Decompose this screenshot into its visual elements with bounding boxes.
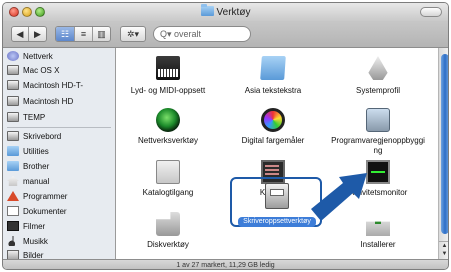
- applications-icon: [7, 191, 19, 201]
- window-title: Verktøy: [3, 4, 448, 18]
- sidebar-item-network[interactable]: Nettverk: [7, 51, 53, 63]
- column-view-button[interactable]: ▥: [92, 27, 110, 41]
- file-browser: Lyd- og MIDI-oppsett Asia tekstekstra Sy…: [116, 48, 438, 259]
- sidebar-item-label: Skrivebord: [23, 132, 62, 141]
- sidebar-item-movies[interactable]: Filmer: [7, 221, 45, 233]
- music-icon: [7, 236, 19, 246]
- sidebar-item-brother[interactable]: Brother: [7, 161, 49, 173]
- audio-midi-icon: [156, 56, 180, 80]
- status-text: 1 av 27 markert, 11,29 GB ledig: [176, 262, 275, 269]
- documents-icon: [7, 206, 19, 216]
- folder-icon: [200, 4, 214, 16]
- sidebar: Nettverk Mac OS X Macintosh HD-T- Macint…: [3, 48, 116, 260]
- file-label: Nettverksverktøy: [137, 136, 198, 145]
- file-label-selected: Skriveroppsettverktøy: [238, 217, 316, 227]
- status-bar: 1 av 27 markert, 11,29 GB ledig: [3, 259, 448, 269]
- back-forward-control: ◀ ▶: [11, 26, 47, 42]
- printer-setup-icon: [265, 183, 289, 209]
- sidebar-item-label: Brother: [23, 162, 50, 171]
- sidebar-item-applications[interactable]: Programmer: [7, 191, 67, 203]
- sidebar-item-label: Mac OS X: [23, 66, 60, 75]
- sidebar-item-macintosh-hd-t[interactable]: Macintosh HD-T-: [7, 80, 83, 92]
- action-button[interactable]: ✲▾: [120, 26, 146, 42]
- disk-utility-icon: [156, 212, 180, 236]
- sidebar-item-label: Macintosh HD: [23, 97, 74, 106]
- file-label: Systemprofil: [355, 86, 400, 95]
- toolbar: ◀ ▶ ☷ ≡ ▥ ✲▾ Q▾ overalt: [3, 21, 448, 48]
- file-label: Katalogtilgang: [142, 188, 194, 197]
- drive-icon: [7, 80, 19, 90]
- toolbar-toggle-button[interactable]: [420, 7, 442, 17]
- sidebar-item-label: Nettverk: [23, 52, 53, 61]
- scroll-arrows[interactable]: ▲ ▼: [439, 241, 448, 259]
- file-label: Aktivitetsmonitor: [348, 188, 408, 197]
- home-icon: [7, 176, 19, 186]
- printer-setup-highlight[interactable]: Skriveroppsettverktøy: [230, 177, 322, 227]
- sidebar-item-macintosh-hd[interactable]: Macintosh HD: [7, 96, 73, 108]
- folder-icon: [7, 161, 19, 171]
- folder-icon: [7, 146, 19, 156]
- sidebar-item-temp[interactable]: TEMP: [7, 112, 45, 124]
- drive-icon: [7, 96, 19, 106]
- sidebar-item-mac-os-x[interactable]: Mac OS X: [7, 65, 59, 77]
- title-bar[interactable]: Verktøy: [3, 3, 448, 21]
- sidebar-item-label: Filmer: [23, 222, 46, 231]
- window-title-text: Verktøy: [216, 7, 251, 18]
- sidebar-item-utilities[interactable]: Utilities: [7, 146, 49, 158]
- file-label: Lyd- og MIDI-oppsett: [130, 86, 206, 95]
- directory-access-icon: [156, 160, 180, 184]
- network-utility-icon: [156, 108, 180, 132]
- search-input[interactable]: overalt: [174, 29, 201, 39]
- back-button[interactable]: ◀: [12, 27, 29, 41]
- sidebar-item-label: TEMP: [23, 113, 46, 122]
- installer-icon: [366, 221, 390, 236]
- software-restore-icon: [366, 108, 390, 132]
- search-icon: Q▾: [160, 29, 172, 39]
- sidebar-item-label: Programmer: [23, 192, 68, 201]
- file-label: Diskverktøy: [147, 240, 189, 249]
- file-label: Asia tekstekstra: [244, 86, 302, 95]
- view-control: ☷ ≡ ▥: [55, 26, 111, 42]
- file-label: Digital fargemåler: [241, 136, 305, 145]
- forward-button[interactable]: ▶: [29, 27, 46, 41]
- scroll-thumb[interactable]: [441, 54, 448, 234]
- sidebar-item-label: manual: [23, 177, 50, 186]
- file-label: Programvaregjenoppbyggi ng: [331, 136, 425, 155]
- color-meter-icon: [261, 108, 285, 132]
- sidebar-divider: [7, 127, 111, 128]
- sidebar-item-label: Macintosh HD-T-: [23, 81, 84, 90]
- desktop-icon: [7, 131, 19, 141]
- vertical-scrollbar[interactable]: ▲ ▼: [438, 48, 448, 259]
- sidebar-item-label: Musikk: [23, 237, 48, 246]
- sidebar-item-desktop[interactable]: Skrivebord: [7, 131, 61, 143]
- activity-monitor-icon: [366, 160, 390, 184]
- list-view-button[interactable]: ≡: [74, 27, 92, 41]
- drive-icon: [7, 65, 19, 75]
- finder-window: Verktøy ◀ ▶ ☷ ≡ ▥ ✲▾ Q▾ overalt Nettverk…: [2, 2, 449, 270]
- icon-view-button[interactable]: ☷: [56, 27, 74, 41]
- sidebar-item-label: Utilities: [23, 147, 49, 156]
- movies-icon: [7, 221, 19, 231]
- sidebar-item-manual[interactable]: manual: [7, 176, 49, 188]
- folder-icon: [260, 56, 286, 80]
- system-profiler-icon: [368, 56, 388, 80]
- sidebar-item-music[interactable]: Musikk: [7, 236, 48, 248]
- search-field[interactable]: Q▾ overalt: [153, 26, 251, 42]
- file-label: Installerer: [360, 240, 396, 249]
- network-icon: [7, 51, 19, 61]
- sidebar-item-documents[interactable]: Dokumenter: [7, 206, 67, 218]
- sidebar-item-label: Dokumenter: [23, 207, 67, 216]
- drive-icon: [7, 112, 19, 122]
